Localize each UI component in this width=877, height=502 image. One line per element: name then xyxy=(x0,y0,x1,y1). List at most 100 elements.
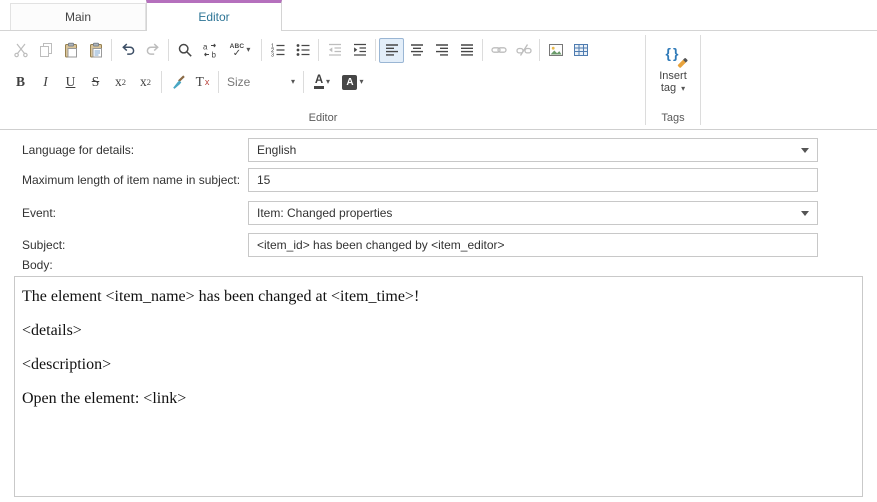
unlink-button[interactable] xyxy=(511,38,536,63)
insert-tag-button[interactable]: {} Insert tag ▾ xyxy=(648,36,698,108)
link-button[interactable] xyxy=(486,38,511,63)
chevron-down-icon xyxy=(801,211,809,216)
event-value: Item: Changed properties xyxy=(249,206,801,220)
group-label-editor: Editor xyxy=(8,112,638,128)
svg-text:b: b xyxy=(211,51,216,59)
chevron-down-icon: ▾ xyxy=(246,46,250,54)
decrease-indent-icon xyxy=(327,42,343,58)
font-size-dropdown[interactable]: Size ▾ xyxy=(222,70,300,94)
text-color-icon: A xyxy=(314,75,324,89)
align-center-button[interactable] xyxy=(404,38,429,63)
align-justify-button[interactable] xyxy=(454,38,479,63)
search-icon xyxy=(177,42,193,58)
svg-text:3: 3 xyxy=(271,53,274,58)
toolbar-row-1: ab ABC ✓ ▾ 123 xyxy=(8,37,593,63)
group-label-tags: Tags xyxy=(646,112,700,128)
copy-formatting-button[interactable] xyxy=(165,70,190,95)
chevron-down-icon xyxy=(801,148,809,153)
tab-editor-label: Editor xyxy=(198,10,229,24)
remove-format-button[interactable]: Tx xyxy=(190,70,215,95)
undo-icon xyxy=(120,42,136,58)
subject-input[interactable] xyxy=(248,233,818,257)
copy-button[interactable] xyxy=(33,38,58,63)
align-right-icon xyxy=(434,42,450,58)
insert-tag-icon: {} xyxy=(666,39,681,67)
spellcheck-button[interactable]: ABC ✓ ▾ xyxy=(222,38,258,63)
template-editor-window: Main Editor xyxy=(0,0,877,502)
tab-editor[interactable]: Editor xyxy=(146,0,282,31)
redo-button[interactable] xyxy=(140,38,165,63)
paste-from-word-icon xyxy=(88,42,104,58)
form-area: Language for details: English Maximum le… xyxy=(0,130,877,502)
toolbar-separator xyxy=(111,39,112,61)
chevron-down-icon: ▾ xyxy=(359,78,363,86)
copy-icon xyxy=(38,42,54,58)
superscript-button[interactable]: x2 xyxy=(133,70,158,95)
language-label: Language for details: xyxy=(22,138,134,162)
bulleted-list-button[interactable] xyxy=(290,38,315,63)
svg-text:a: a xyxy=(203,43,208,52)
decrease-indent-button[interactable] xyxy=(322,38,347,63)
numbered-list-icon: 123 xyxy=(270,42,286,58)
replace-button[interactable]: ab xyxy=(197,38,222,63)
subject-label: Subject: xyxy=(22,233,65,257)
cut-icon xyxy=(13,42,29,58)
chevron-down-icon: ▾ xyxy=(326,78,330,86)
check-icon: ✓ xyxy=(233,50,241,57)
text-color-button[interactable]: A ▾ xyxy=(307,70,337,95)
increase-indent-icon xyxy=(352,42,368,58)
toolbar-separator xyxy=(482,39,483,61)
image-button[interactable] xyxy=(543,38,568,63)
body-label: Body: xyxy=(22,256,53,274)
event-select[interactable]: Item: Changed properties xyxy=(248,201,818,225)
cut-button[interactable] xyxy=(8,38,33,63)
format-brush-icon xyxy=(170,74,186,90)
find-button[interactable] xyxy=(172,38,197,63)
toolbar-row-2: B I U S x2 x2 Tx xyxy=(8,69,369,95)
max-length-input[interactable] xyxy=(248,168,818,192)
spellcheck-icon: ABC ✓ xyxy=(230,43,245,57)
align-left-icon xyxy=(384,42,400,58)
tab-main-label: Main xyxy=(65,10,91,24)
align-center-icon xyxy=(409,42,425,58)
increase-indent-button[interactable] xyxy=(347,38,372,63)
replace-icon: ab xyxy=(202,42,218,58)
group-separator xyxy=(700,35,701,125)
toolbar-separator xyxy=(218,71,219,93)
table-button[interactable] xyxy=(568,38,593,63)
paste-icon xyxy=(63,42,79,58)
paste-from-word-button[interactable] xyxy=(83,38,108,63)
underline-button[interactable]: U xyxy=(58,70,83,95)
toolbar-separator xyxy=(539,39,540,61)
toolbar-separator xyxy=(303,71,304,93)
redo-icon xyxy=(145,42,161,58)
unlink-icon xyxy=(516,42,532,58)
undo-button[interactable] xyxy=(115,38,140,63)
bulleted-list-icon xyxy=(295,42,311,58)
strikethrough-button[interactable]: S xyxy=(83,70,108,95)
body-editor[interactable]: The element <item_name> has been changed… xyxy=(14,276,863,497)
align-left-button[interactable] xyxy=(379,38,404,63)
table-icon xyxy=(573,42,589,58)
numbered-list-button[interactable]: 123 xyxy=(265,38,290,63)
language-select[interactable]: English xyxy=(248,138,818,162)
chevron-down-icon: ▾ xyxy=(681,84,685,93)
toolbar-separator xyxy=(261,39,262,61)
align-right-button[interactable] xyxy=(429,38,454,63)
toolbar-separator xyxy=(318,39,319,61)
subscript-button[interactable]: x2 xyxy=(108,70,133,95)
italic-button[interactable]: I xyxy=(33,70,58,95)
link-icon xyxy=(491,42,507,58)
chevron-down-icon: ▾ xyxy=(291,78,295,86)
tab-main[interactable]: Main xyxy=(10,3,146,30)
event-label: Event: xyxy=(22,201,56,225)
paste-button[interactable] xyxy=(58,38,83,63)
toolbar-separator xyxy=(375,39,376,61)
bold-button[interactable]: B xyxy=(8,70,33,95)
toolbar-separator xyxy=(168,39,169,61)
toolbar-separator xyxy=(161,71,162,93)
align-justify-icon xyxy=(459,42,475,58)
ribbon-tab-bar: Main Editor xyxy=(0,0,877,30)
background-color-button[interactable]: A ▾ xyxy=(337,70,369,95)
ribbon: ab ABC ✓ ▾ 123 xyxy=(0,30,877,130)
